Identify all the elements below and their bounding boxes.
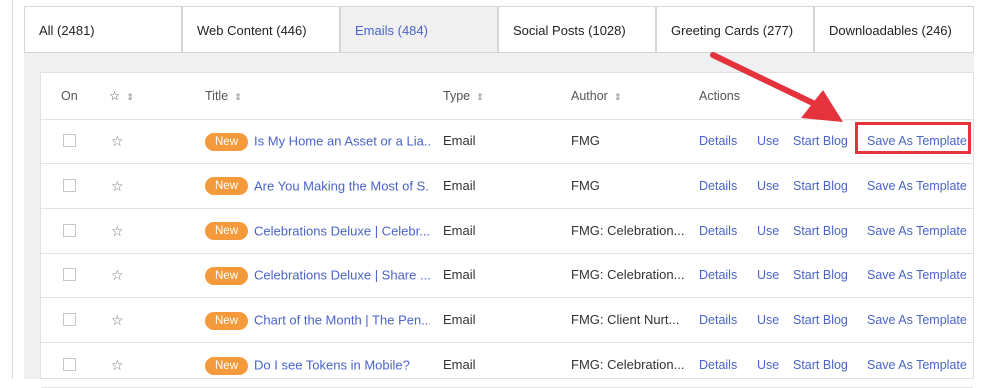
- header-author-label: Author: [571, 89, 608, 103]
- table-header-row: On ☆ ⇕ Title ⇕ Type ⇕ Author ⇕ Actions: [41, 73, 973, 120]
- row-checkbox[interactable]: [63, 358, 76, 371]
- row-checkbox[interactable]: [63, 134, 76, 147]
- favorite-star-icon[interactable]: ☆: [111, 164, 124, 208]
- title-cell: New Are You Making the Most of S...: [205, 164, 430, 208]
- title-link[interactable]: Is My Home an Asset or a Lia...: [254, 134, 430, 149]
- highlight-box: [855, 122, 971, 154]
- use-link[interactable]: Use: [757, 164, 779, 208]
- details-link[interactable]: Details: [699, 164, 737, 208]
- title-cell: New Celebrations Deluxe | Celebr...: [205, 209, 430, 253]
- type-cell: Email: [443, 222, 476, 238]
- header-favorite[interactable]: ☆ ⇕: [109, 73, 133, 119]
- table-row: ☆ New Do I see Tokens in Mobile? Email FMG: …: [41, 343, 973, 388]
- header-type[interactable]: Type ⇕: [443, 73, 483, 119]
- start-blog-link[interactable]: Start Blog: [793, 343, 848, 387]
- start-blog-link[interactable]: Start Blog: [793, 119, 848, 163]
- use-link[interactable]: Use: [757, 253, 779, 297]
- tab-social-posts[interactable]: Social Posts (1028): [498, 6, 656, 53]
- tab-web-content[interactable]: Web Content (446): [182, 6, 340, 53]
- table-row: ☆ New Celebrations Deluxe | Celebr... Email…: [41, 209, 973, 254]
- title-cell: New Celebrations Deluxe | Share ...: [205, 253, 430, 297]
- new-badge: New: [205, 311, 249, 330]
- table-row: ☆ New Is My Home an Asset or a Lia... Email…: [41, 119, 973, 164]
- row-checkbox[interactable]: [63, 268, 76, 282]
- favorite-star-icon[interactable]: ☆: [111, 209, 124, 253]
- type-cell: Email: [443, 267, 476, 283]
- header-title-label: Title: [205, 89, 229, 103]
- use-link[interactable]: Use: [757, 298, 779, 342]
- favorite-star-icon[interactable]: ☆: [111, 343, 124, 387]
- author-cell: FMG: Celebration...: [571, 222, 685, 238]
- start-blog-link[interactable]: Start Blog: [793, 209, 848, 253]
- save-as-template-link[interactable]: Save As Template: [867, 164, 967, 208]
- author-cell: FMG: [571, 177, 600, 193]
- sort-icon: ⇕: [126, 92, 133, 102]
- content-table: On ☆ ⇕ Title ⇕ Type ⇕ Author ⇕ Actions ☆ New I…: [40, 72, 974, 388]
- title-link[interactable]: Celebrations Deluxe | Celebr...: [254, 223, 430, 238]
- header-type-label: Type: [443, 89, 471, 103]
- details-link[interactable]: Details: [699, 209, 737, 253]
- type-cell: Email: [443, 133, 476, 148]
- favorite-star-icon[interactable]: ☆: [111, 253, 124, 297]
- new-badge: New: [205, 177, 249, 196]
- type-cell: Email: [443, 357, 476, 372]
- title-link[interactable]: Chart of the Month | The Pen...: [254, 313, 430, 328]
- title-cell: New Chart of the Month | The Pen...: [205, 298, 430, 342]
- content-type-tabs: All (2481) Web Content (446) Emails (484…: [24, 6, 974, 53]
- start-blog-link[interactable]: Start Blog: [793, 298, 848, 342]
- sort-icon: ⇕: [476, 92, 483, 102]
- star-outline-icon: ☆: [109, 89, 121, 103]
- type-cell: Email: [443, 177, 476, 193]
- save-as-template-link[interactable]: Save As Template: [867, 209, 967, 253]
- favorite-star-icon[interactable]: ☆: [111, 119, 124, 163]
- use-link[interactable]: Use: [757, 119, 779, 163]
- details-link[interactable]: Details: [699, 253, 737, 297]
- title-link[interactable]: Do I see Tokens in Mobile?: [254, 358, 410, 373]
- row-checkbox[interactable]: [63, 313, 76, 327]
- tab-greeting-cards[interactable]: Greeting Cards (277): [656, 6, 814, 53]
- table-row: ☆ New Chart of the Month | The Pen... Email…: [41, 298, 973, 344]
- header-on: On: [61, 89, 78, 103]
- new-badge: New: [205, 266, 249, 285]
- title-cell: New Do I see Tokens in Mobile?: [205, 343, 430, 387]
- tab-downloadables[interactable]: Downloadables (246): [814, 6, 974, 53]
- title-link[interactable]: Celebrations Deluxe | Share ...: [254, 268, 430, 283]
- tab-all[interactable]: All (2481): [24, 6, 182, 53]
- row-checkbox[interactable]: [63, 178, 76, 192]
- start-blog-link[interactable]: Start Blog: [793, 253, 848, 297]
- use-link[interactable]: Use: [757, 343, 779, 387]
- use-link[interactable]: Use: [757, 209, 779, 253]
- details-link[interactable]: Details: [699, 343, 737, 387]
- emails-panel: On ☆ ⇕ Title ⇕ Type ⇕ Author ⇕ Actions ☆ New I…: [24, 53, 974, 388]
- header-actions: Actions: [699, 89, 740, 103]
- left-divider: [12, 0, 13, 379]
- title-cell: New Is My Home an Asset or a Lia...: [205, 119, 430, 163]
- new-badge: New: [205, 222, 249, 241]
- row-checkbox[interactable]: [63, 223, 76, 237]
- author-cell: FMG: [571, 133, 600, 148]
- type-cell: Email: [443, 312, 476, 328]
- author-cell: FMG: Client Nurt...: [571, 312, 680, 328]
- table-row: ☆ New Celebrations Deluxe | Share ... Email…: [41, 253, 973, 299]
- save-as-template-link[interactable]: Save As Template: [867, 298, 967, 342]
- header-title[interactable]: Title ⇕: [205, 73, 241, 119]
- new-badge: New: [205, 132, 249, 151]
- start-blog-link[interactable]: Start Blog: [793, 164, 848, 208]
- table-row: ☆ New Are You Making the Most of S... Email…: [41, 164, 973, 209]
- header-author[interactable]: Author ⇕: [571, 73, 620, 119]
- sort-icon: ⇕: [234, 92, 241, 102]
- sort-icon: ⇕: [613, 92, 621, 102]
- save-as-template-link[interactable]: Save As Template: [867, 253, 967, 297]
- details-link[interactable]: Details: [699, 298, 737, 342]
- save-as-template-link[interactable]: Save As Template: [867, 343, 967, 387]
- author-cell: FMG: Celebration...: [571, 357, 685, 372]
- title-link[interactable]: Are You Making the Most of S...: [254, 178, 430, 193]
- details-link[interactable]: Details: [699, 119, 737, 163]
- favorite-star-icon[interactable]: ☆: [111, 298, 124, 342]
- author-cell: FMG: Celebration...: [571, 267, 685, 283]
- new-badge: New: [205, 356, 249, 375]
- tab-emails[interactable]: Emails (484): [340, 6, 498, 53]
